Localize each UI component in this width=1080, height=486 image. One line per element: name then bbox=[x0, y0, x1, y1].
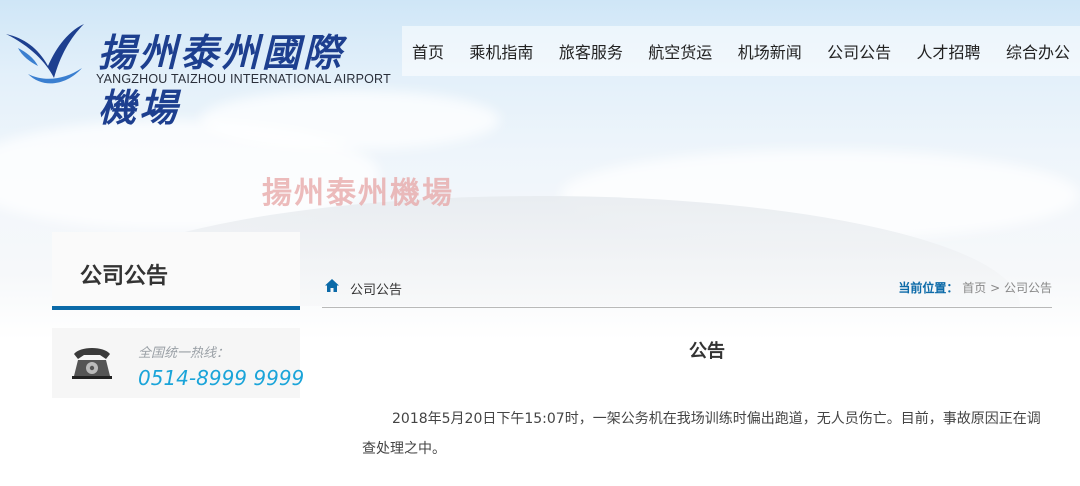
hotline-box: 全国统一热线： 0514-8999 9999 bbox=[52, 328, 304, 398]
nav-item-office[interactable]: 综合办公 bbox=[1006, 39, 1070, 63]
breadcrumb-separator: > bbox=[990, 281, 1001, 295]
section-title: 公司公告 bbox=[350, 283, 403, 298]
nav-item-airport-news[interactable]: 机场新闻 bbox=[738, 39, 802, 63]
hotline-number[interactable]: 0514-8999 9999 bbox=[138, 366, 304, 390]
logo-english-name: YANGZHOU TAIZHOU INTERNATIONAL AIRPORT bbox=[96, 72, 391, 86]
home-icon bbox=[325, 279, 339, 292]
breadcrumb-current[interactable]: 公司公告 bbox=[1004, 281, 1052, 295]
telephone-icon bbox=[72, 348, 112, 379]
airport-logo-icon bbox=[6, 24, 84, 84]
breadcrumb-label: 当前位置： bbox=[898, 281, 959, 295]
sidebar-title-box: 公司公告 bbox=[52, 232, 300, 310]
breadcrumb-home[interactable]: 首页 bbox=[962, 281, 986, 295]
nav-item-passenger-services[interactable]: 旅客服务 bbox=[559, 39, 623, 63]
breadcrumb: 当前位置： 首页 > 公司公告 bbox=[898, 279, 1052, 296]
main-nav: 首页 乘机指南 旅客服务 航空货运 机场新闻 公司公告 人才招聘 综合办公 bbox=[402, 26, 1080, 76]
sidebar-title: 公司公告 bbox=[80, 264, 169, 289]
hotline-label: 全国统一热线： bbox=[138, 346, 230, 361]
nav-item-home[interactable]: 首页 bbox=[412, 39, 444, 63]
nav-item-air-cargo[interactable]: 航空货运 bbox=[648, 39, 712, 63]
nav-item-boarding-guide[interactable]: 乘机指南 bbox=[469, 39, 533, 63]
content-header: 公司公告 当前位置： 首页 > 公司公告 bbox=[322, 270, 1052, 308]
nav-item-recruitment[interactable]: 人才招聘 bbox=[917, 39, 981, 63]
nav-item-announcements[interactable]: 公司公告 bbox=[827, 39, 891, 63]
article-body: 2018年5月20日下午15:07时，一架公务机在我场训练时偏出跑道，无人员伤亡… bbox=[362, 411, 1041, 457]
site-logo[interactable]: 揚州泰州國際機場 YANGZHOU TAIZHOU INTERNATIONAL … bbox=[4, 18, 391, 130]
terminal-sign: 揚州泰州機場 bbox=[262, 176, 454, 211]
article-title: 公告 bbox=[689, 341, 725, 362]
